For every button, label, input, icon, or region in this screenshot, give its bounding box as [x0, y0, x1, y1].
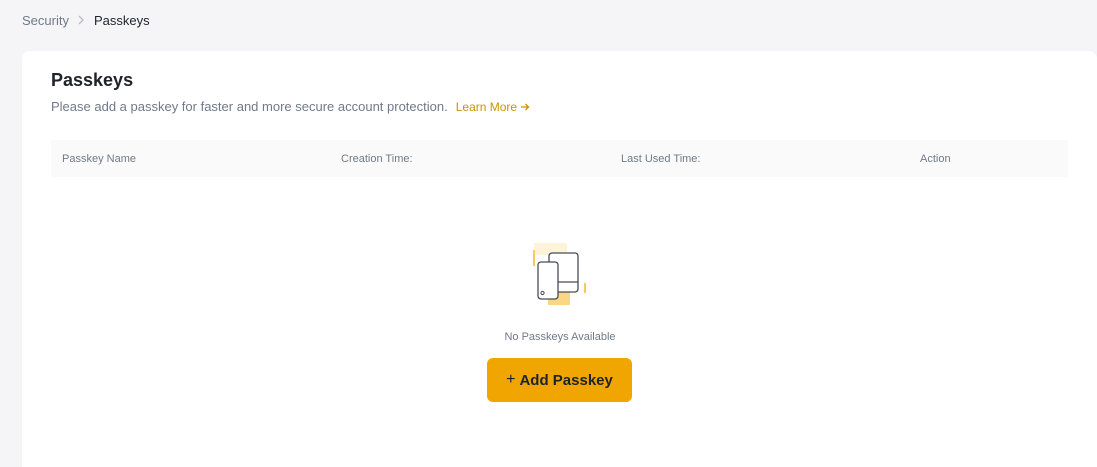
chevron-right-icon [69, 12, 94, 28]
breadcrumb-current: Passkeys [93, 12, 150, 28]
add-passkey-label: Add Passkey [519, 371, 613, 389]
page-description: Please add a passkey for faster and more… [51, 99, 530, 115]
breadcrumb-security-link[interactable]: Security [22, 13, 69, 28]
learn-more-label: Learn More [455, 100, 518, 114]
add-passkey-button[interactable]: + Add Passkey [487, 358, 632, 402]
column-header-creation-time: Creation Time: [341, 153, 413, 165]
learn-more-link[interactable]: Learn More [456, 99, 530, 115]
passkeys-table-header: Passkey Name Creation Time: Last Used Ti… [51, 140, 1068, 177]
breadcrumb: Security Passkeys [22, 12, 150, 28]
column-header-last-used-time: Last Used Time: [621, 153, 701, 165]
column-header-passkey-name: Passkey Name [62, 153, 136, 165]
page-title: Passkeys [51, 70, 134, 90]
plus-icon: + [506, 371, 516, 388]
passkeys-card: Passkeys Please add a passkey for faster… [22, 51, 1097, 467]
description-text: Please add a passkey for faster and more… [51, 99, 448, 114]
devices-icon [531, 243, 589, 309]
column-header-action: Action [920, 153, 951, 165]
empty-state-text: No Passkeys Available [504, 331, 616, 343]
arrow-right-icon [521, 103, 530, 111]
